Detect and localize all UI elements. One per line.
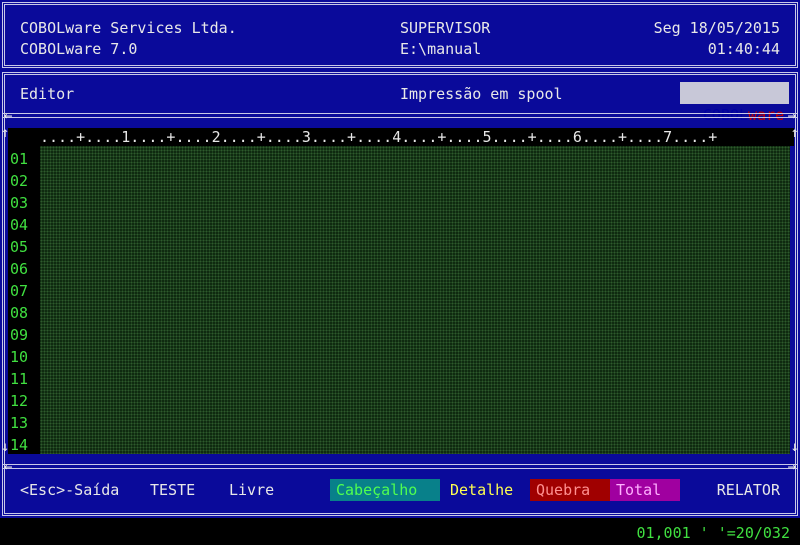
arrow-left-icon: ← — [4, 108, 13, 124]
edit-area[interactable] — [40, 146, 790, 454]
current-path: E:\manual — [400, 40, 482, 58]
line-number: 01 — [10, 150, 29, 168]
separator-bottom — [2, 464, 798, 469]
total-button[interactable]: Total — [610, 479, 680, 501]
arrow-left-bottom-icon: ← — [4, 459, 13, 475]
line-number: 08 — [10, 304, 29, 322]
line-number: 11 — [10, 370, 29, 388]
line-number: 14 — [10, 436, 29, 454]
cursor-position-status: 01,001 ' '=20/032 — [636, 524, 790, 542]
separator-top — [2, 113, 798, 118]
time-display: 01:40:44 — [707, 40, 780, 58]
scroll-down-left-icon[interactable]: ↓ — [1, 440, 9, 454]
cabecalho-button[interactable]: Cabeçalho — [330, 479, 440, 501]
scroll-down-right-icon[interactable]: ↓ — [791, 440, 799, 454]
module-label: Editor — [20, 85, 75, 103]
quebra-button[interactable]: Quebra — [530, 479, 610, 501]
esc-exit-button[interactable]: <Esc>-Saída — [20, 481, 119, 499]
line-number: 07 — [10, 282, 29, 300]
line-number: 06 — [10, 260, 29, 278]
arrow-right-bottom-icon: → — [787, 459, 796, 475]
detalhe-button[interactable]: Detalhe — [444, 479, 519, 501]
screen-title: Impressão em spool — [400, 85, 563, 103]
line-number: 02 — [10, 172, 29, 190]
column-ruler: ....+....1....+....2....+....3....+....4… — [40, 128, 718, 146]
relator-label: RELATOR — [716, 481, 780, 499]
line-number: 09 — [10, 326, 29, 344]
company-name: COBOLware Services Ltda. — [20, 19, 237, 37]
line-number: 04 — [10, 216, 29, 234]
product-version: COBOLware 7.0 — [20, 40, 138, 58]
scroll-up-left-icon[interactable]: ↑ — [1, 126, 9, 140]
line-number: 03 — [10, 194, 29, 212]
cobolware-logo: COBOLware — [680, 82, 789, 124]
line-number: 10 — [10, 348, 29, 366]
test-button[interactable]: TESTE — [150, 481, 195, 499]
user-name: SUPERVISOR — [400, 19, 491, 37]
line-number: 05 — [10, 238, 29, 256]
scroll-up-right-icon[interactable]: ↑ — [791, 126, 799, 140]
line-number: 13 — [10, 414, 29, 432]
date-display: Seg 18/05/2015 — [653, 19, 780, 37]
livre-button[interactable]: Livre — [229, 481, 274, 499]
arrow-right-icon: → — [787, 108, 796, 124]
line-number: 12 — [10, 392, 29, 410]
